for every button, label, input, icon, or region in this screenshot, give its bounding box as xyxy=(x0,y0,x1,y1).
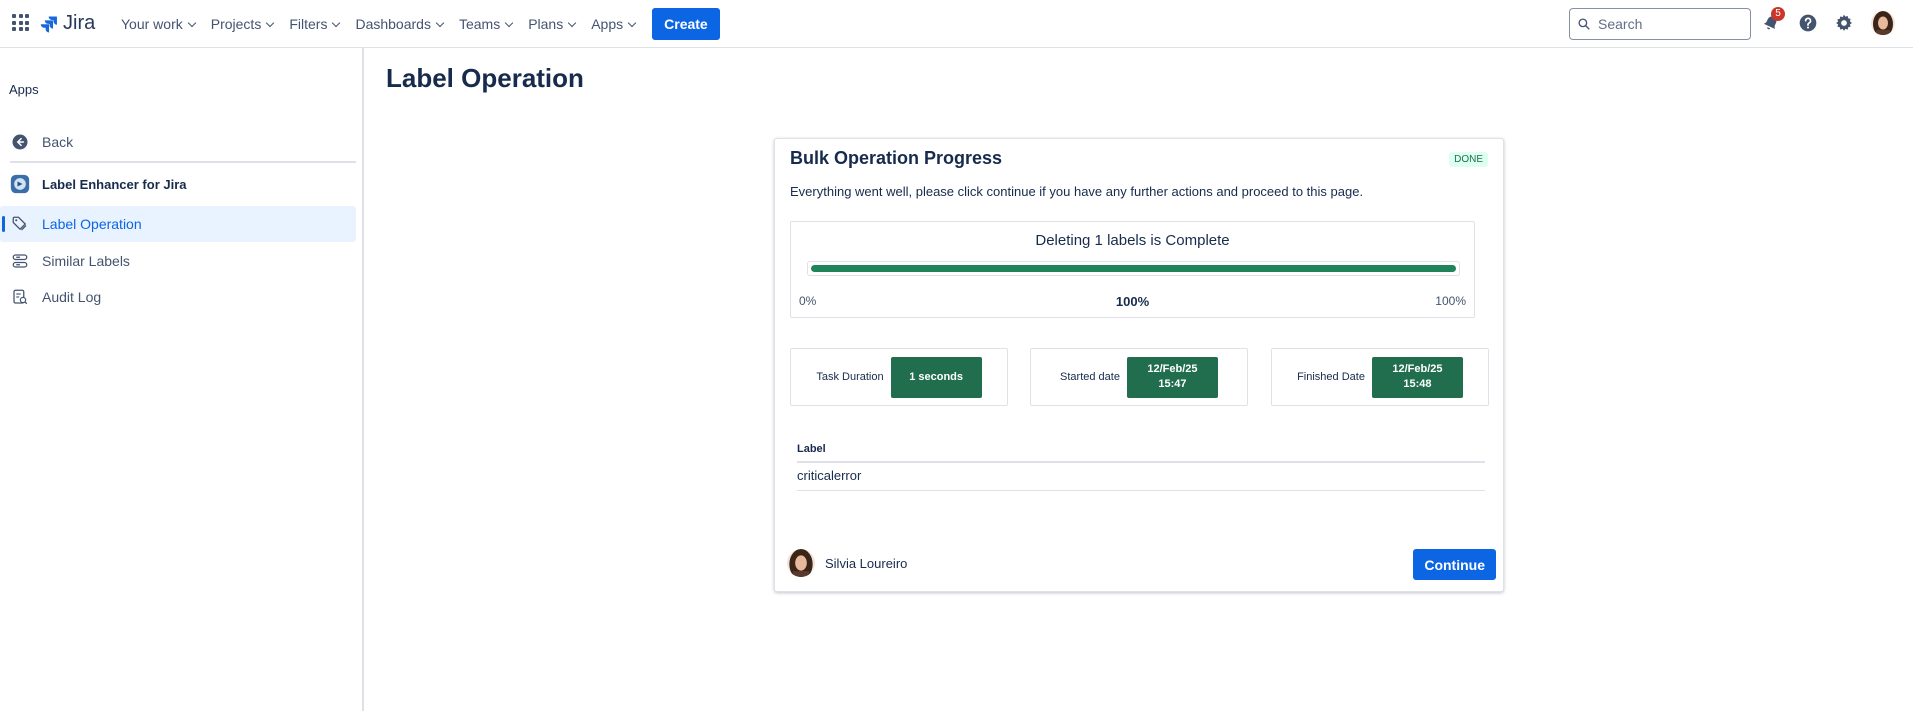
gear-icon xyxy=(1836,14,1852,31)
labels-table: Label criticalerror xyxy=(797,443,1485,491)
nav-teams[interactable]: Teams xyxy=(451,8,520,40)
nav-label: Dashboards xyxy=(355,16,431,32)
nav-dashboards[interactable]: Dashboards xyxy=(347,8,451,40)
chevron-down-icon xyxy=(567,18,577,27)
sidebar-heading: Apps xyxy=(9,82,39,97)
stat-value: 12/Feb/25 15:48 xyxy=(1371,356,1463,398)
stat-value: 12/Feb/25 15:47 xyxy=(1126,356,1218,398)
user-name: Silvia Loureiro xyxy=(825,555,908,571)
sidebar-app-header[interactable]: Label Enhancer for Jira xyxy=(0,166,356,202)
chevron-down-icon xyxy=(627,18,637,27)
sidebar-item-audit-log[interactable]: Audit Log xyxy=(0,279,356,315)
sidebar-item-label: Similar Labels xyxy=(42,253,130,269)
progress-bar-fill xyxy=(811,265,1456,272)
nav-your-work[interactable]: Your work xyxy=(113,8,203,40)
status-badge: DONE xyxy=(1449,152,1488,167)
table-row: criticalerror xyxy=(797,463,1485,491)
started-date-stat: Started date 12/Feb/25 15:47 xyxy=(1030,348,1248,406)
nav-label: Plans xyxy=(528,16,564,32)
app-switcher-icon[interactable] xyxy=(12,14,29,31)
user-avatar-icon xyxy=(1871,11,1895,35)
sidebar-item-label: Audit Log xyxy=(42,289,102,305)
nav-plans[interactable]: Plans xyxy=(520,8,583,40)
chevron-down-icon xyxy=(435,18,445,27)
progress-title: Deleting 1 labels is Complete xyxy=(1035,232,1230,249)
help-icon xyxy=(1799,14,1817,32)
stat-label: Started date xyxy=(1060,371,1120,383)
stat-label: Finished Date xyxy=(1297,371,1365,383)
sidebar-item-label-operation[interactable]: Label Operation xyxy=(0,206,356,242)
help-button[interactable] xyxy=(1795,10,1821,36)
page-title: Label Operation xyxy=(386,63,584,93)
chevron-down-icon xyxy=(266,18,275,27)
nav-apps[interactable]: Apps xyxy=(583,8,643,40)
continue-button[interactable]: Continue xyxy=(1413,549,1496,580)
task-duration-stat: Task Duration 1 seconds xyxy=(790,348,1008,406)
table-header: Label xyxy=(797,443,1485,463)
logo-text: Jira xyxy=(63,12,96,34)
nav-filters[interactable]: Filters xyxy=(281,8,347,40)
nav-label: Projects xyxy=(210,16,262,32)
sidebar: Apps Back Label Enhancer for Jira Label … xyxy=(0,48,364,711)
sidebar-divider xyxy=(10,161,356,163)
card-title: Bulk Operation Progress xyxy=(790,148,1003,168)
operation-user: Silvia Loureiro xyxy=(787,549,907,577)
search-icon xyxy=(1578,18,1590,30)
search-input[interactable] xyxy=(1598,16,1738,32)
progress-value-label: 100% xyxy=(1115,294,1150,309)
label-enhancer-logo-icon xyxy=(10,174,30,194)
back-label: Back xyxy=(42,134,74,150)
settings-button[interactable] xyxy=(1831,10,1857,36)
top-navigation: Jira Your work Projects Filters Dashboar… xyxy=(0,0,1913,48)
profile-avatar[interactable] xyxy=(1871,11,1895,35)
jira-logo-icon xyxy=(40,16,57,33)
create-button[interactable]: Create xyxy=(652,8,720,40)
stat-value: 1 seconds xyxy=(890,356,982,398)
back-arrow-icon xyxy=(10,132,30,152)
nav-label: Your work xyxy=(121,16,183,32)
stack-icon xyxy=(10,251,30,271)
chevron-down-icon xyxy=(504,18,514,27)
chevron-down-icon xyxy=(332,18,341,27)
card-description: Everything went well, please click conti… xyxy=(790,184,1364,199)
label-tag-icon xyxy=(10,214,30,234)
app-name: Label Enhancer for Jira xyxy=(42,176,187,192)
primary-nav: Your work Projects Filters Dashboards Te… xyxy=(113,0,720,48)
nav-label: Teams xyxy=(458,16,501,32)
chevron-down-icon xyxy=(187,18,196,27)
nav-projects[interactable]: Projects xyxy=(203,8,282,40)
sidebar-item-similar-labels[interactable]: Similar Labels xyxy=(0,243,356,279)
notifications-button[interactable]: 5 xyxy=(1758,7,1785,36)
stat-label: Task Duration xyxy=(816,371,884,383)
audit-log-icon xyxy=(10,287,30,307)
sidebar-item-label: Label Operation xyxy=(42,216,142,232)
bulk-operation-card: Bulk Operation Progress DONE Everything … xyxy=(774,138,1504,592)
notification-count-badge: 5 xyxy=(1771,7,1785,21)
user-avatar xyxy=(787,549,815,577)
progress-bar xyxy=(807,261,1460,276)
nav-label: Apps xyxy=(591,16,624,32)
search-box[interactable] xyxy=(1569,8,1751,40)
finished-date-stat: Finished Date 12/Feb/25 15:48 xyxy=(1271,348,1489,406)
nav-label: Filters xyxy=(289,16,328,32)
sidebar-back-button[interactable]: Back xyxy=(0,124,356,160)
jira-logo[interactable]: Jira xyxy=(40,12,95,35)
progress-panel: Deleting 1 labels is Complete 0% 100% 10… xyxy=(790,221,1475,318)
progress-max-label: 100% xyxy=(1435,294,1466,308)
